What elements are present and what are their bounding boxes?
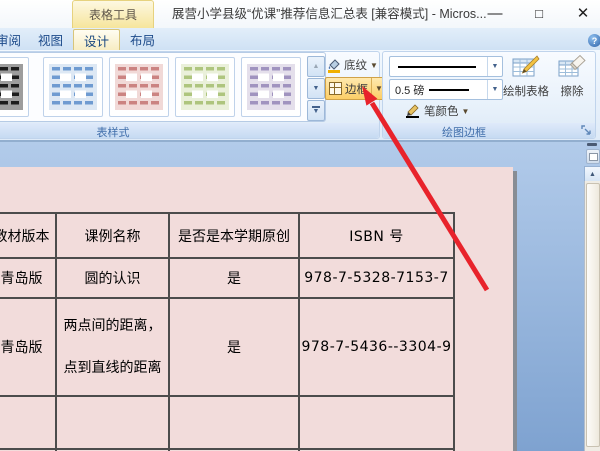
dialog-launcher-icon[interactable] [581, 125, 592, 136]
table-style-thumb-green[interactable] [175, 57, 235, 117]
word-window: 表格工具 展营小学县级“优课”推荐信息汇总表 [兼容模式] - Micros..… [0, 0, 600, 451]
document-page[interactable]: 教材版本 课例名称 是否是本学期原创 ISBN 号 青岛版 圆的认识 是 978… [0, 167, 513, 451]
table-cell[interactable] [298, 395, 455, 450]
line-weight-combobox[interactable]: 0.5 磅 ▼ [389, 79, 503, 100]
pen-color-icon [406, 104, 419, 118]
header-cell[interactable]: ISBN 号 [298, 212, 455, 259]
document-area: 教材版本 课例名称 是否是本学期原创 ISBN 号 青岛版 圆的认识 是 978… [0, 140, 600, 451]
draw-table-icon [512, 55, 540, 77]
shading-button[interactable]: 底纹 ▼ [327, 56, 378, 74]
borders-grid-icon [329, 82, 342, 95]
table-tools-label: 表格工具 [88, 8, 137, 22]
header-cell[interactable]: 是否是本学期原创 [168, 212, 300, 259]
gallery-scroll-down-icon[interactable]: ▼ [307, 78, 325, 99]
gallery-more-icon[interactable]: ▼ [307, 100, 325, 121]
scrollbar-track[interactable] [584, 181, 600, 451]
table-tools-contextual-header: 表格工具 [72, 0, 154, 28]
header-cell[interactable]: 课例名称 [55, 212, 170, 259]
table-cell[interactable]: 是 [168, 297, 300, 397]
eraser-label: 擦除 [560, 86, 584, 98]
table-style-gallery: ▲ ▼ ▼ [0, 52, 326, 122]
table-style-thumb-purple[interactable] [241, 57, 301, 117]
line-style-combobox[interactable]: ▼ [389, 56, 503, 77]
group-draw-borders: 绘图边框 ▼ 0.5 磅 ▼ 笔颜色 ▼ 绘制表格 擦除 [382, 51, 596, 139]
document-table: 教材版本 课例名称 是否是本学期原创 ISBN 号 青岛版 圆的认识 是 978… [0, 212, 455, 451]
ribbon: 表样式 ▲ ▼ ▼ 底纹 ▼ 边框 ▼ 绘图边框 ▼ 0.5 磅 ▼ 笔颜色 ▼… [0, 50, 600, 140]
pen-color-button[interactable]: 笔颜色 ▼ [405, 102, 469, 120]
gallery-scroll-controls: ▲ ▼ ▼ [307, 56, 325, 122]
help-icon[interactable]: ? [588, 34, 600, 47]
tab-review[interactable]: 审阅 [0, 29, 31, 50]
table-styles-group-label: 表样式 [96, 127, 130, 139]
line-style-preview [398, 65, 476, 68]
table-cell[interactable]: 两点间的距离， 点到直线的距离 [55, 297, 170, 397]
paint-bucket-icon [328, 58, 340, 73]
table-cell[interactable]: 是 [168, 257, 300, 299]
table-style-thumb-red[interactable] [109, 57, 169, 117]
table-cell[interactable]: 978-7-5328-7153-7 [298, 257, 455, 299]
table-row [0, 395, 455, 450]
line-weight-value: 0.5 磅 [395, 84, 425, 97]
group-label-bar: 绘图边框 [383, 123, 595, 139]
table-header-row: 教材版本 课例名称 是否是本学期原创 ISBN 号 [0, 212, 455, 259]
shading-label: 底纹 [344, 60, 367, 72]
header-cell[interactable]: 教材版本 [0, 212, 57, 259]
table-row: 青岛版 两点间的距离， 点到直线的距离 是 978-7-5436--3304-9 [0, 297, 455, 397]
shading-dropdown-icon[interactable]: ▼ [370, 61, 378, 70]
table-row: 青岛版 圆的认识 是 978-7-5328-7153-7 [0, 257, 455, 299]
tab-view[interactable]: 视图 [28, 29, 73, 50]
tab-layout[interactable]: 布局 [120, 29, 165, 50]
table-cell[interactable]: 青岛版 [0, 257, 57, 299]
table-style-thumb-dark[interactable] [0, 57, 29, 117]
ribbon-tab-row: 审阅 视图 设计 布局 ? [0, 28, 600, 51]
minimize-button[interactable]: — [478, 0, 512, 26]
tab-design[interactable]: 设计 [73, 29, 121, 51]
pen-color-dropdown-icon[interactable]: ▼ [462, 107, 470, 116]
borders-button[interactable]: 边框 ▼ [325, 77, 387, 100]
table-style-thumb-blue[interactable] [43, 57, 103, 117]
page-shadow [513, 171, 517, 451]
pen-color-label: 笔颜色 [424, 106, 459, 118]
draw-borders-group-label: 绘图边框 [442, 127, 486, 139]
table-cell[interactable] [0, 395, 57, 450]
ruler-toggle-icon[interactable] [586, 149, 600, 164]
table-cell[interactable]: 圆的认识 [55, 257, 170, 299]
table-cell[interactable]: 青岛版 [0, 297, 57, 397]
table-cell[interactable] [55, 395, 170, 450]
scrollbar-thumb[interactable] [586, 183, 600, 447]
window-title: 展营小学县级“优课”推荐信息汇总表 [兼容模式] - Micros... [172, 7, 487, 21]
draw-table-button[interactable]: 绘制表格 [501, 54, 551, 120]
maximize-button[interactable]: □ [522, 0, 556, 26]
draw-table-label: 绘制表格 [503, 86, 549, 98]
split-handle[interactable] [587, 143, 597, 146]
gallery-scroll-up-icon[interactable]: ▲ [307, 56, 325, 77]
table-cell[interactable] [168, 395, 300, 450]
vertical-scrollbar: ▲ [584, 140, 600, 451]
borders-label: 边框 [345, 83, 368, 96]
line-weight-dropdown-icon[interactable]: ▼ [487, 80, 502, 99]
eraser-button[interactable]: 擦除 [551, 54, 593, 120]
eraser-icon [558, 54, 586, 77]
line-weight-preview [429, 88, 470, 91]
title-bar: 表格工具 展营小学县级“优课”推荐信息汇总表 [兼容模式] - Micros..… [0, 0, 600, 28]
line-style-dropdown-icon[interactable]: ▼ [487, 57, 502, 76]
table-cell[interactable]: 978-7-5436--3304-9 [298, 297, 455, 397]
close-button[interactable]: ✕ [566, 0, 600, 26]
group-label-bar: 表样式 [0, 123, 379, 139]
